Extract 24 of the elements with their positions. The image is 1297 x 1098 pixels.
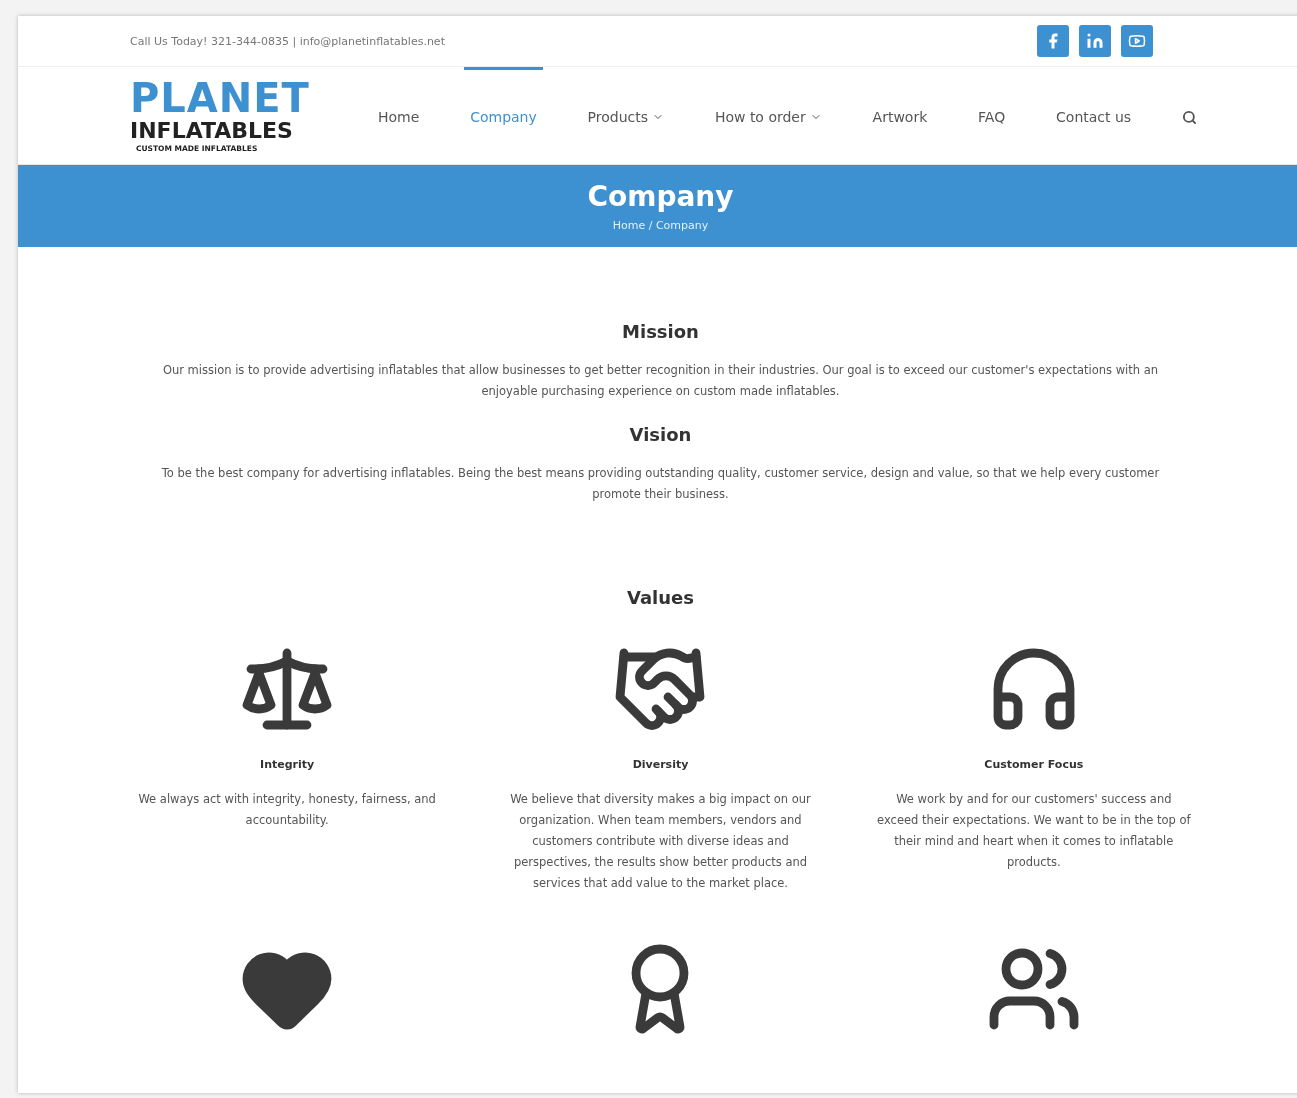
section-text: Our mission is to provide advertising inflatables that allow businesses to get better recognition in their industries. Our goal is to exceed our customer's expectations with an enjoyable purchasing experience on custom made inflatables. <box>161 362 1160 400</box>
value-title: Diversity <box>632 758 689 771</box>
nav-link[interactable]: Artwork <box>866 67 934 164</box>
value-text: We believe that diversity makes a big impact on our organization. When team members, vendors and customers contribute with diverse ideas and perspectives, the results show better products and services that add value to the market place. <box>509 791 812 892</box>
facebook-icon[interactable] <box>1037 25 1069 57</box>
nav-link[interactable]: How to order <box>708 67 828 164</box>
logo-text[interactable]: INFLATABLES <box>130 120 350 143</box>
value-title: Customer Focus <box>984 758 1084 771</box>
nav-link[interactable]: FAQ <box>972 67 1012 164</box>
linkedin-icon[interactable] <box>1079 25 1111 57</box>
breadcrumb: Home / Company <box>612 219 709 232</box>
nav-link[interactable]: Products <box>581 67 671 164</box>
contact-info: Call Us Today! 321-344-0835 | info@planetinflatables.net <box>130 34 445 48</box>
section-heading: Values <box>627 587 694 608</box>
section-text: To be the best company for advertising inflatables. Being the best means providing outstanding quality, customer service, design and value, so that we help every customer promote their business. <box>160 465 1161 503</box>
nav-link[interactable]: Contact us <box>1050 67 1138 164</box>
section-heading: Mission <box>622 321 699 342</box>
value-text: We always act with integrity, honesty, fairness, and accountability. <box>137 791 437 829</box>
nav-link[interactable]: Home <box>372 67 426 164</box>
value-text: We work by and for our customers' success and exceed their expectations. We want to be in the top of their mind and heart when it comes to inflatable products. <box>876 791 1192 871</box>
youtube-icon[interactable] <box>1121 25 1153 57</box>
page-title: Company <box>587 180 734 213</box>
section-heading: Vision <box>629 424 692 445</box>
value-title: Integrity <box>260 758 315 771</box>
